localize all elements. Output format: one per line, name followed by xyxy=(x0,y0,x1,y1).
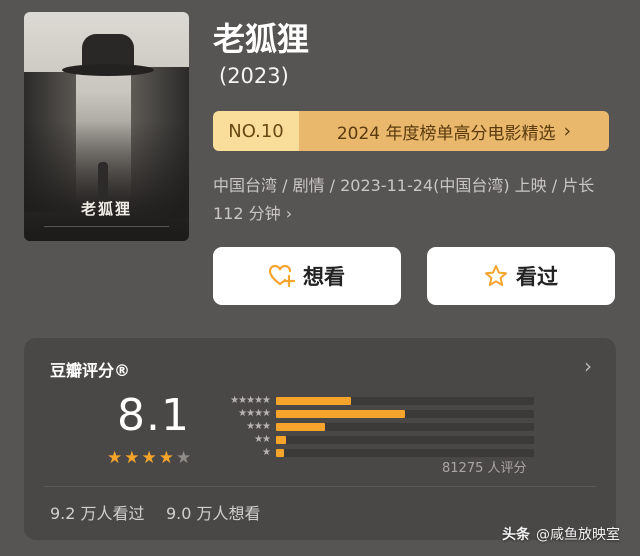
distribution-row-4-star: ★★★★ xyxy=(210,407,534,420)
distribution-track xyxy=(276,435,534,444)
ranking-number: NO.10 xyxy=(213,111,299,151)
rating-score: 8.1 xyxy=(117,390,190,441)
watermark: 头条 @咸鱼放映室 xyxy=(502,524,620,544)
distribution-bar xyxy=(276,409,405,418)
star-filled-icon: ★ xyxy=(107,448,123,468)
distribution-track xyxy=(276,409,534,418)
star-outline-icon xyxy=(485,265,507,286)
distribution-star-icons: ★★★★★ xyxy=(230,395,271,406)
movie-poster[interactable]: 老狐狸 xyxy=(24,12,189,241)
poster-hat-brim xyxy=(62,64,154,76)
movie-title: 老狐狸 xyxy=(213,20,310,58)
watched-count: 9.2 万人看过 xyxy=(50,504,145,523)
movie-meta-text: 中国台湾 / 剧情 / 2023-11-24(中国台湾) 上映 / 片长 112… xyxy=(213,176,595,223)
distribution-star-icons: ★★ xyxy=(254,434,271,445)
distribution-star-icons: ★★★ xyxy=(246,421,271,432)
star-filled-icon: ★ xyxy=(124,448,140,468)
ranking-label-wrap: 2024 年度榜单高分电影精选 › xyxy=(299,111,609,151)
poster-figure xyxy=(98,162,108,198)
distribution-bar xyxy=(276,435,286,444)
distribution-bar xyxy=(276,422,325,431)
chevron-right-icon: › xyxy=(563,120,572,142)
watched-label: 看过 xyxy=(516,265,558,289)
star-filled-icon: ★ xyxy=(141,448,157,468)
douban-rating-card[interactable]: 豆瓣评分® › 8.1 ★ ★ ★ ★ ★ ★★★★★ ★★★★ ★★★ ★★ ★ 81275 … xyxy=(24,338,616,540)
ranking-banner[interactable]: NO.10 2024 年度榜单高分电影精选 › xyxy=(213,111,609,151)
movie-meta[interactable]: 中国台湾 / 剧情 / 2023-11-24(中国台湾) 上映 / 片长 112… xyxy=(213,172,623,228)
watermark-account: @咸鱼放映室 xyxy=(536,527,620,543)
distribution-bar xyxy=(276,396,351,405)
distribution-star-icons: ★ xyxy=(262,447,271,458)
distribution-star-icons: ★★★★ xyxy=(238,408,271,419)
distribution-row-2-star: ★★ xyxy=(210,433,534,446)
distribution-track xyxy=(276,422,534,431)
distribution-row-3-star: ★★★ xyxy=(210,420,534,433)
rating-count: 81275 人评分 xyxy=(442,461,527,476)
rating-card-title: 豆瓣评分® xyxy=(50,361,131,380)
rating-distribution: ★★★★★ ★★★★ ★★★ ★★ ★ xyxy=(210,394,534,459)
distribution-track xyxy=(276,396,534,405)
movie-year: (2023) xyxy=(219,64,289,88)
watermark-brand: 头条 xyxy=(502,527,530,543)
want-to-watch-label: 想看 xyxy=(303,265,345,289)
distribution-row-5-star: ★★★★★ xyxy=(210,394,534,407)
distribution-track xyxy=(276,448,534,457)
star-empty-icon: ★ xyxy=(176,448,192,468)
card-divider xyxy=(44,486,596,487)
chevron-right-icon: › xyxy=(285,204,293,223)
watched-button[interactable]: 看过 xyxy=(427,247,615,305)
poster-credits xyxy=(44,226,169,237)
distribution-bar xyxy=(276,448,284,457)
want-count: 9.0 万人想看 xyxy=(166,504,261,523)
poster-title: 老狐狸 xyxy=(80,200,132,218)
rating-stars: ★ ★ ★ ★ ★ xyxy=(107,450,191,467)
ranking-label: 2024 年度榜单高分电影精选 xyxy=(336,123,556,144)
want-to-watch-button[interactable]: 想看 xyxy=(213,247,401,305)
star-filled-icon: ★ xyxy=(158,448,174,468)
chevron-right-icon[interactable]: › xyxy=(584,354,592,378)
heart-plus-icon xyxy=(269,264,295,288)
